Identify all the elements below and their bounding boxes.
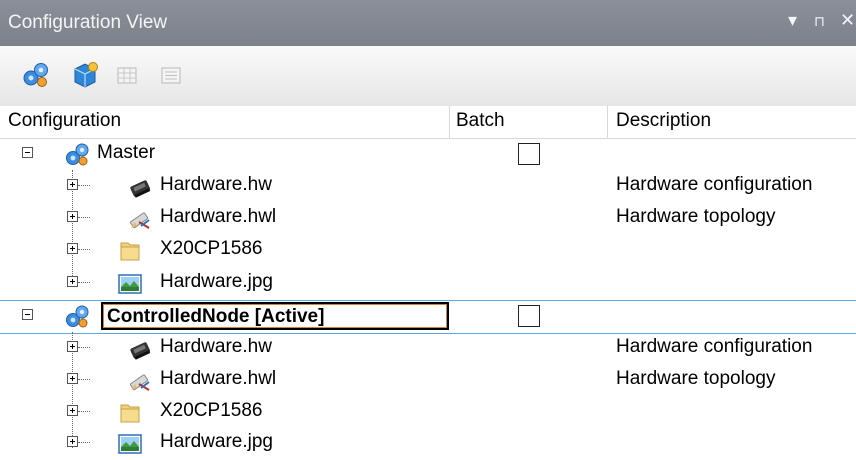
collapse-toggle[interactable] [22, 309, 33, 320]
add-configuration-icon[interactable] [20, 60, 50, 90]
grid-view-icon[interactable] [112, 60, 142, 90]
column-header-row: Configuration Batch Description [0, 106, 856, 139]
tree-row[interactable]: X20CP1586 [0, 235, 856, 267]
expand-toggle[interactable] [67, 179, 78, 190]
hardware-chip-icon [127, 336, 153, 362]
tree-branch-line [78, 249, 90, 250]
tree-item-label: X20CP1586 [160, 238, 263, 259]
tree-item-label: Hardware.hw [160, 336, 272, 357]
expand-toggle[interactable] [67, 276, 78, 287]
description-cell: Hardware topology [616, 206, 776, 227]
tree-branch-line [78, 347, 90, 348]
panel-titlebar: Configuration View ▾ ⊓ ✕ [0, 0, 856, 47]
description-cell: Hardware configuration [616, 174, 813, 195]
configuration-icon [64, 142, 90, 168]
tree-row[interactable]: Hardware.hw Hardware configuration [0, 333, 856, 365]
collapse-toggle[interactable] [22, 147, 33, 158]
column-separator[interactable] [449, 106, 450, 138]
configuration-icon [64, 304, 90, 330]
expand-toggle[interactable] [67, 211, 78, 222]
panel-title: Configuration View [8, 12, 168, 33]
column-separator[interactable] [607, 106, 608, 138]
tree-item-label: Hardware.hwl [160, 368, 277, 389]
tree-branch-line [78, 411, 90, 412]
batch-checkbox[interactable] [518, 143, 540, 165]
tree-row[interactable]: Hardware.jpg [0, 428, 856, 460]
expand-toggle[interactable] [67, 243, 78, 254]
tree-item-label: Master [97, 142, 156, 163]
column-header-batch[interactable]: Batch [456, 110, 505, 132]
expand-toggle[interactable] [67, 405, 78, 416]
topology-pencil-icon [127, 368, 153, 394]
tree-item-label: Hardware.jpg [160, 431, 273, 452]
toolbar [0, 46, 856, 107]
tree-branch-line [78, 282, 90, 283]
folder-icon [117, 400, 143, 426]
batch-checkbox[interactable] [518, 305, 540, 327]
tree-row[interactable]: Hardware.jpg [0, 268, 856, 300]
list-view-icon[interactable] [156, 60, 186, 90]
tree-row-master[interactable]: Master [0, 139, 856, 171]
expand-toggle[interactable] [67, 436, 78, 447]
tree-item-label: X20CP1586 [160, 400, 263, 421]
tree-row-controlled-node[interactable]: ControlledNode [Active] [0, 300, 856, 334]
tree-branch-line [78, 379, 90, 380]
expand-toggle[interactable] [67, 341, 78, 352]
folder-icon [117, 238, 143, 264]
tree-branch-line [78, 185, 90, 186]
description-cell: Hardware configuration [616, 336, 813, 357]
tree-row[interactable]: X20CP1586 [0, 397, 856, 429]
tree-row[interactable]: Hardware.hwl Hardware topology [0, 203, 856, 235]
hardware-chip-icon [127, 174, 153, 200]
image-file-icon [117, 271, 143, 297]
close-icon[interactable]: ✕ [840, 10, 855, 31]
image-file-icon [117, 431, 143, 457]
active-configuration-label[interactable]: ControlledNode [Active] [101, 302, 449, 330]
dropdown-icon[interactable]: ▾ [788, 10, 797, 31]
tree-row[interactable]: Hardware.hw Hardware configuration [0, 171, 856, 203]
tree-item-label: Hardware.hw [160, 174, 272, 195]
add-object-icon[interactable] [70, 60, 100, 90]
tree-item-label: Hardware.hwl [160, 206, 277, 227]
tree-branch-line [78, 217, 90, 218]
tree-branch-line [78, 442, 90, 443]
topology-pencil-icon [127, 206, 153, 232]
column-header-configuration[interactable]: Configuration [8, 110, 121, 132]
tree-item-label: Hardware.jpg [160, 271, 273, 292]
column-header-description[interactable]: Description [616, 110, 711, 132]
pin-icon[interactable]: ⊓ [814, 13, 825, 30]
expand-toggle[interactable] [67, 373, 78, 384]
tree-row[interactable]: Hardware.hwl Hardware topology [0, 365, 856, 397]
description-cell: Hardware topology [616, 368, 776, 389]
